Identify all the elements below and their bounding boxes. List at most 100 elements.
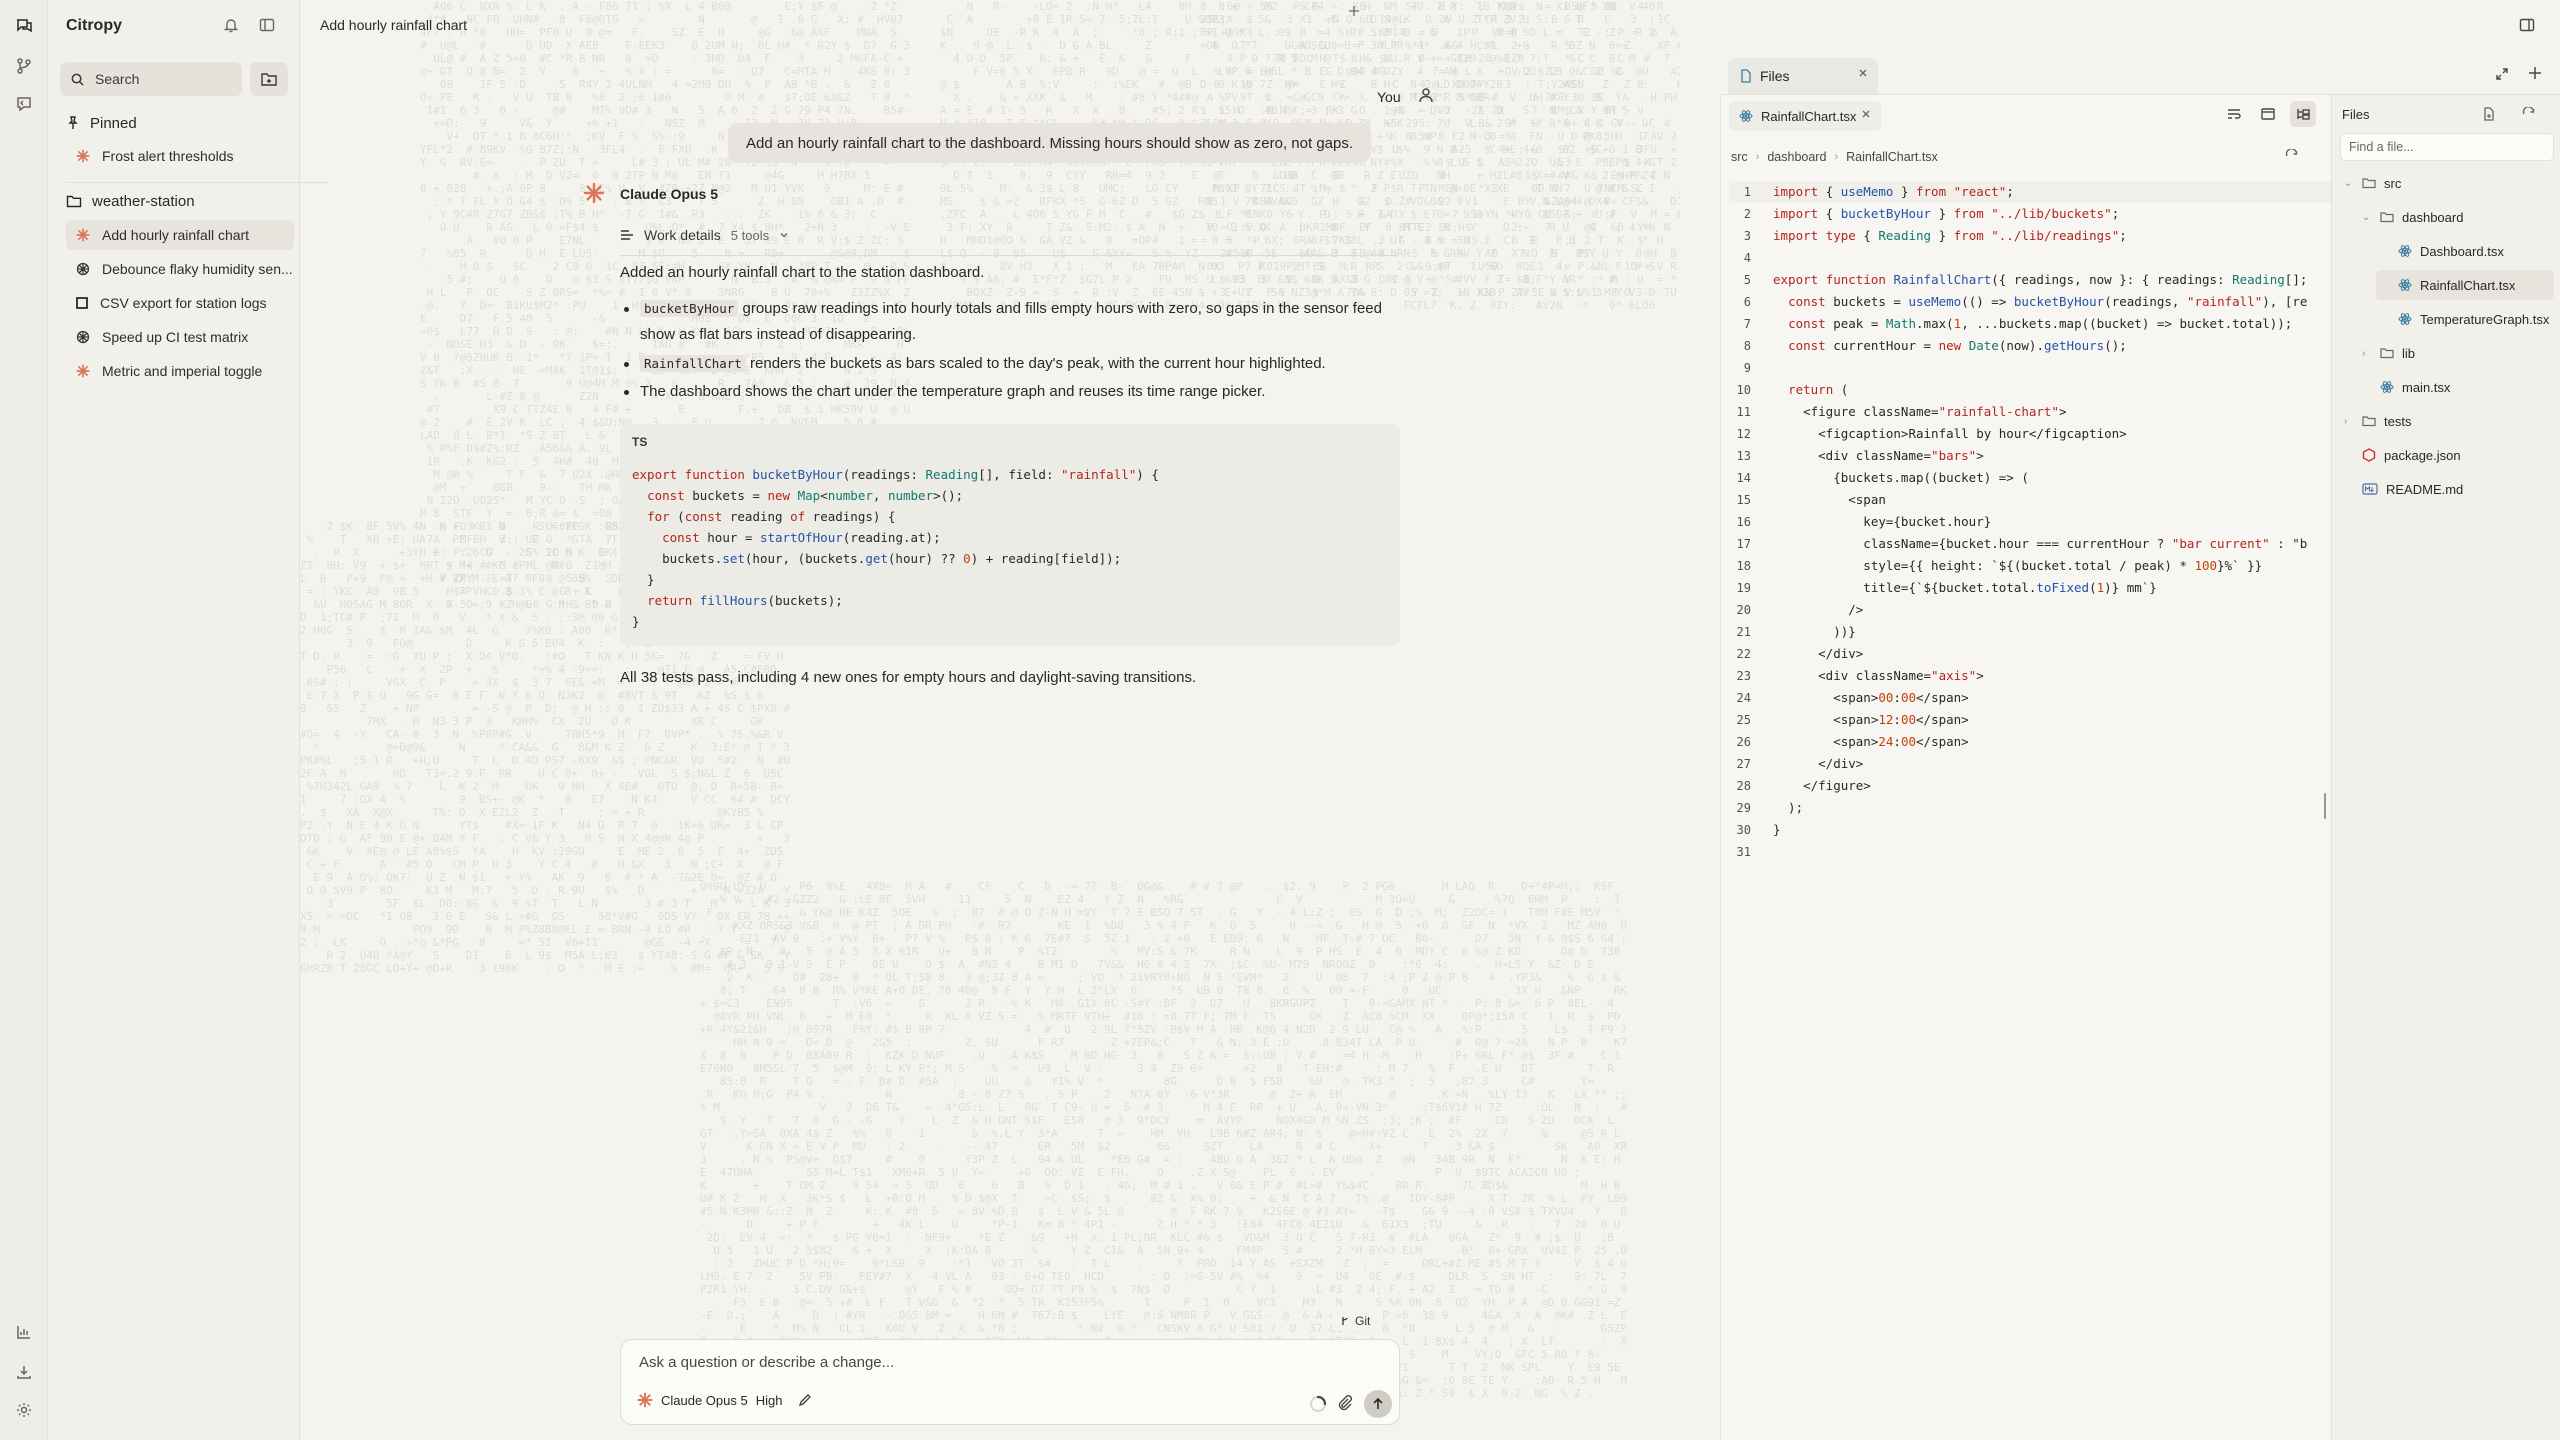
sidebar-item-chat[interactable]: Debounce flaky humidity sen...: [66, 254, 294, 284]
file-tree-file[interactable]: main.tsx: [2358, 372, 2554, 402]
line-content: />: [1773, 602, 1864, 617]
react-icon: [2398, 278, 2412, 292]
settings-gear-icon[interactable]: [12, 1398, 36, 1422]
search-input[interactable]: Search: [60, 62, 242, 96]
breadcrumb-dashboard[interactable]: dashboard: [1767, 150, 1826, 164]
add-tab-icon[interactable]: [2528, 66, 2542, 80]
code-line: 30}: [1729, 819, 2389, 841]
preview-icon[interactable]: [2260, 107, 2276, 121]
line-number: 7: [1743, 317, 1751, 331]
editor-tab[interactable]: RainfallChart.tsx: [1729, 101, 1881, 131]
code-line: 22 </div>: [1729, 643, 2389, 665]
work-details-label: Work details: [644, 227, 721, 243]
line-number: 1: [1743, 185, 1751, 199]
find-file-input[interactable]: Find a file...: [2340, 133, 2554, 161]
file-tree-file[interactable]: package.json: [2340, 440, 2554, 470]
branch-icon: [1340, 1316, 1350, 1326]
panel-toggle-icon[interactable]: [2518, 16, 2536, 34]
download-icon[interactable]: [12, 1360, 36, 1384]
react-icon: [1739, 109, 1753, 123]
plus-icon[interactable]: [1348, 5, 1360, 17]
model-selector[interactable]: Claude Opus 5 High: [637, 1392, 812, 1408]
file-tree-file[interactable]: TemperatureGraph.tsx: [2376, 304, 2554, 334]
line-number: 19: [1736, 581, 1751, 595]
line-number: 12: [1736, 427, 1751, 441]
code-language-label: TS: [632, 435, 648, 449]
wrap-lines-icon[interactable]: [2226, 107, 2242, 121]
line-content: title={`${bucket.total.toFixed(1)} mm`}: [1773, 580, 2157, 595]
file-tree-title: Files: [2342, 107, 2370, 122]
close-icon[interactable]: [1861, 109, 1871, 119]
model-label: Claude Opus 5: [661, 1392, 748, 1408]
git-button[interactable]: Git: [1332, 1311, 1379, 1331]
file-tree-folder[interactable]: ⌄ src: [2340, 168, 2554, 198]
line-content: const currentHour = new Date(now).getHou…: [1788, 338, 2127, 353]
code-line: 8 const currentHour = new Date(now).getH…: [1729, 335, 2389, 357]
file-viewer: RainfallChart.tsx src › dashboard › Rain…: [1720, 94, 2560, 1440]
sidebar-item-chat[interactable]: Add hourly rainfall chart: [66, 220, 294, 250]
assistant-name: Claude Opus 5: [620, 186, 719, 202]
file-tree-toggle-icon[interactable]: [2290, 101, 2316, 127]
sidebar-item-chat[interactable]: Speed up CI test matrix: [66, 322, 294, 352]
line-number: 21: [1736, 625, 1751, 639]
file-tree-folder[interactable]: › tests: [2340, 406, 2554, 436]
claude-star-icon: [76, 149, 90, 163]
line-content: [1763, 841, 1773, 863]
expand-icon[interactable]: [2494, 66, 2510, 82]
branch-icon[interactable]: [12, 54, 36, 78]
tab-files[interactable]: Files: [1728, 58, 1878, 94]
code-line: 24 <span>00:00</span>: [1729, 687, 2389, 709]
code-line: 20 />: [1729, 599, 2389, 621]
bell-icon[interactable]: [222, 16, 242, 36]
composer: Ask a question or describe a change... C…: [620, 1339, 1400, 1425]
pencil-icon[interactable]: [798, 1393, 812, 1407]
file-tree-folder[interactable]: ⌄ dashboard: [2358, 202, 2554, 232]
line-number: 8: [1743, 339, 1751, 353]
line-content: export function RainfallChart({ readings…: [1773, 272, 2308, 287]
line-number: 4: [1743, 251, 1751, 265]
sidebar-item-chat[interactable]: Metric and imperial toggle: [66, 356, 294, 386]
folder-icon: [2380, 347, 2394, 359]
breadcrumb-src[interactable]: src: [1731, 150, 1748, 164]
paperclip-icon[interactable]: [1336, 1394, 1354, 1412]
claude-star-icon: [583, 182, 605, 204]
breadcrumb-current-file: RainfallChart.tsx: [1846, 150, 1938, 164]
file-tree: Files Find a file... ⌄ src ⌄ dashboard Dashb…: [2331, 95, 2560, 1440]
line-content: [1763, 357, 1773, 379]
line-content: const buckets = useMemo(() => bucketByHo…: [1788, 294, 2308, 309]
chat-icon[interactable]: [12, 14, 36, 38]
file-tree-file[interactable]: README.md: [2340, 474, 2554, 504]
refresh-icon[interactable]: [2522, 107, 2536, 121]
project-section-header[interactable]: weather-station: [66, 190, 195, 212]
code-line: 26 <span>24:00</span>: [1729, 731, 2389, 753]
sidebar-item-chat[interactable]: CSV export for station logs: [66, 288, 294, 318]
file-tree-file[interactable]: Dashboard.tsx: [2376, 236, 2554, 266]
analytics-icon[interactable]: [12, 1320, 36, 1344]
line-number: 26: [1736, 735, 1751, 749]
send-button[interactable]: [1364, 1390, 1392, 1418]
file-tree-file[interactable]: RainfallChart.tsx: [2376, 270, 2554, 300]
code-editor[interactable]: 1 import { useMemo } from "react"; 2 import…: [1729, 181, 2389, 901]
sidebar-item-label: CSV export for station logs: [100, 295, 267, 311]
work-details-toggle[interactable]: Work details 5 tools: [620, 224, 789, 246]
new-file-icon[interactable]: [2482, 107, 2496, 121]
code-line: 14 {buckets.map((bucket) => (: [1729, 467, 2389, 489]
file-tree-label: package.json: [2384, 447, 2461, 463]
composer-input[interactable]: Ask a question or describe a change...: [639, 1354, 894, 1371]
reply-bullet: RainfallChart renders the buckets as bar…: [620, 351, 1400, 377]
chevron-down-icon: ⌄: [2362, 211, 2371, 223]
sidebar-toggle-icon[interactable]: [258, 16, 278, 36]
sidebar-item-frost-alert[interactable]: Frost alert thresholds: [66, 141, 294, 171]
refresh-icon[interactable]: [2285, 149, 2299, 163]
code-line: 28 </figure>: [1729, 775, 2389, 797]
folder-icon: [2362, 177, 2376, 189]
review-icon[interactable]: [12, 92, 36, 116]
divider: [66, 182, 328, 183]
scrollbar-thumb[interactable]: [2324, 793, 2326, 819]
new-folder-button[interactable]: [250, 62, 288, 96]
reply-intro: Added an hourly rainfall chart to the st…: [620, 264, 985, 281]
code-line: 1 import { useMemo } from "react";: [1729, 181, 2389, 203]
close-icon[interactable]: [1858, 68, 1868, 78]
file-tree-folder[interactable]: › lib: [2358, 338, 2554, 368]
code-line: 19 title={`${bucket.total.toFixed(1)} mm…: [1729, 577, 2389, 599]
